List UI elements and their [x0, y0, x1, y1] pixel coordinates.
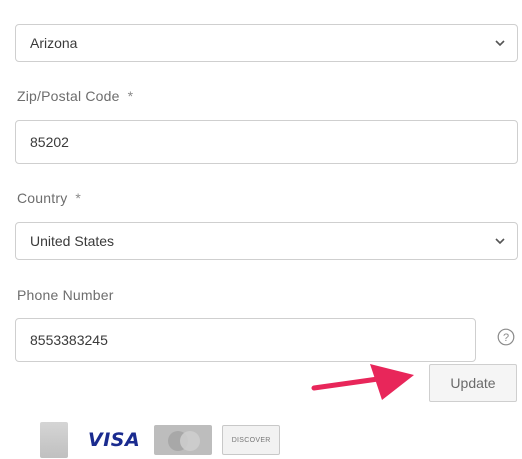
svg-text:?: ? — [503, 332, 509, 344]
state-select[interactable]: Arizona — [15, 24, 518, 62]
zip-field[interactable]: 85202 — [15, 120, 518, 164]
visa-card-icon: VISA — [88, 429, 141, 451]
state-value: Arizona — [30, 35, 78, 51]
phone-label: Phone Number — [17, 287, 114, 303]
country-label-text: Country — [17, 190, 68, 206]
zip-label: Zip/Postal Code * — [17, 88, 133, 104]
country-value: United States — [30, 233, 115, 249]
zip-label-text: Zip/Postal Code — [17, 88, 120, 104]
chevron-down-icon — [495, 238, 505, 245]
chevron-down-icon — [495, 40, 505, 47]
red-arrow-icon — [311, 364, 414, 400]
phone-value: 8553383245 — [30, 332, 108, 348]
required-mark: * — [127, 88, 134, 104]
update-button[interactable]: Update — [429, 364, 517, 402]
country-select[interactable]: United States — [15, 222, 518, 260]
phone-label-text: Phone Number — [17, 287, 114, 303]
question-circle-icon[interactable]: ? — [497, 328, 515, 346]
country-label: Country * — [17, 190, 81, 206]
payment-card-logos: VISA DISCOVER — [40, 422, 281, 458]
phone-field[interactable]: 8553383245 — [15, 318, 476, 362]
zip-value: 85202 — [30, 134, 69, 150]
discover-card-icon: DISCOVER — [222, 425, 281, 455]
amex-card-icon — [40, 422, 68, 458]
state-label-cropped — [17, 0, 21, 7]
mastercard-card-icon — [154, 425, 213, 455]
required-mark: * — [75, 190, 82, 206]
